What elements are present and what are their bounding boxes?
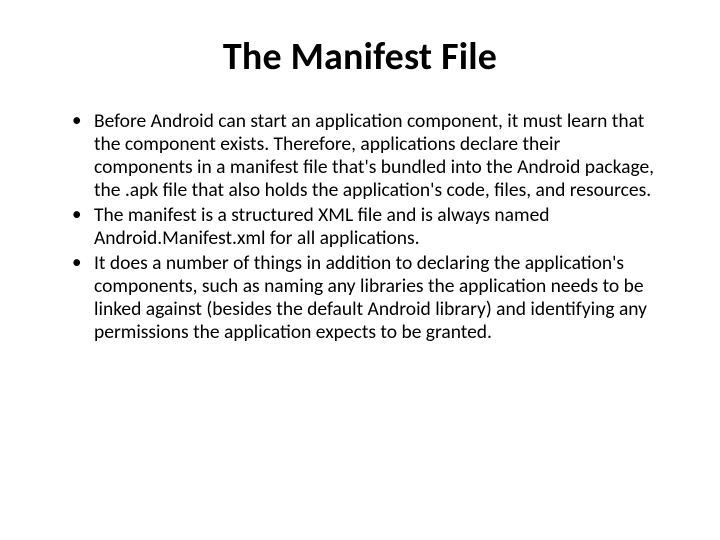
slide-body: Before Android can start an application …	[48, 110, 672, 344]
bullet-list: Before Android can start an application …	[48, 110, 672, 344]
list-item: Before Android can start an application …	[72, 110, 660, 202]
slide: The Manifest File Before Android can sta…	[0, 0, 720, 540]
list-item: It does a number of things in addition t…	[72, 252, 660, 344]
list-item: The manifest is a structured XML file an…	[72, 204, 660, 250]
slide-title: The Manifest File	[48, 34, 672, 80]
